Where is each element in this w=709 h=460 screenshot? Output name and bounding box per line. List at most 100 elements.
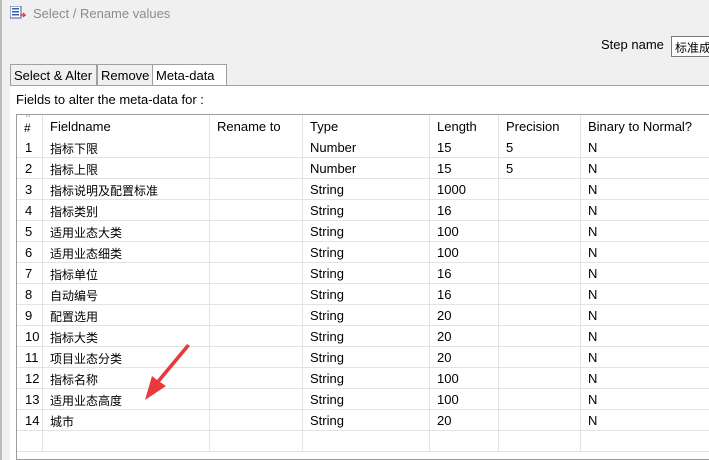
header-rename-to[interactable]: Rename to [210,115,303,137]
precision-cell[interactable] [499,431,581,452]
type-cell[interactable]: String [303,263,430,284]
binary-to-normal-cell[interactable]: N [581,410,709,431]
rename-to-cell[interactable] [210,137,303,158]
binary-to-normal-cell[interactable] [581,431,709,452]
precision-cell[interactable] [499,347,581,368]
table-row[interactable]: 14 城市 String 20 N [17,410,709,431]
fieldname-cell[interactable]: 指标单位 [43,263,210,284]
precision-cell[interactable] [499,242,581,263]
precision-cell[interactable] [499,179,581,200]
binary-to-normal-cell[interactable]: N [581,326,709,347]
step-name-input[interactable]: 标准成 [671,36,709,57]
fieldname-cell[interactable] [43,431,210,452]
precision-cell[interactable] [499,263,581,284]
table-row[interactable]: 3 指标说明及配置标准 String 1000 N [17,179,709,200]
fieldname-cell[interactable]: 适用业态大类 [43,221,210,242]
table-row[interactable] [17,431,709,452]
binary-to-normal-cell[interactable]: N [581,389,709,410]
rename-to-cell[interactable] [210,200,303,221]
fieldname-cell[interactable]: 适用业态细类 [43,242,210,263]
tab-remove[interactable]: Remove [97,64,160,85]
length-cell[interactable]: 16 [430,284,499,305]
precision-cell[interactable]: 5 [499,158,581,179]
type-cell[interactable]: String [303,389,430,410]
header-row-number[interactable]: ^ # [17,115,43,137]
type-cell[interactable]: String [303,305,430,326]
binary-to-normal-cell[interactable]: N [581,242,709,263]
binary-to-normal-cell[interactable]: N [581,284,709,305]
binary-to-normal-cell[interactable]: N [581,158,709,179]
length-cell[interactable]: 15 [430,137,499,158]
precision-cell[interactable] [499,284,581,305]
binary-to-normal-cell[interactable]: N [581,263,709,284]
fieldname-cell[interactable]: 指标大类 [43,326,210,347]
rename-to-cell[interactable] [210,389,303,410]
length-cell[interactable]: 1000 [430,179,499,200]
length-cell[interactable]: 20 [430,326,499,347]
length-cell[interactable]: 100 [430,368,499,389]
header-type[interactable]: Type [303,115,430,137]
rename-to-cell[interactable] [210,284,303,305]
rename-to-cell[interactable] [210,242,303,263]
binary-to-normal-cell[interactable]: N [581,200,709,221]
table-row[interactable]: 10 指标大类 String 20 N [17,326,709,347]
fieldname-cell[interactable]: 配置选用 [43,305,210,326]
precision-cell[interactable] [499,200,581,221]
precision-cell[interactable] [499,326,581,347]
table-row[interactable]: 1 指标下限 Number 15 5 N [17,137,709,158]
type-cell[interactable]: String [303,200,430,221]
type-cell[interactable]: String [303,179,430,200]
table-row[interactable]: 4 指标类别 String 16 N [17,200,709,221]
table-row[interactable]: 8 自动编号 String 16 N [17,284,709,305]
type-cell[interactable] [303,431,430,452]
length-cell[interactable]: 20 [430,347,499,368]
table-row[interactable]: 2 指标上限 Number 15 5 N [17,158,709,179]
rename-to-cell[interactable] [210,347,303,368]
table-row[interactable]: 6 适用业态细类 String 100 N [17,242,709,263]
rename-to-cell[interactable] [210,326,303,347]
fieldname-cell[interactable]: 指标名称 [43,368,210,389]
length-cell[interactable]: 100 [430,389,499,410]
type-cell[interactable]: String [303,221,430,242]
fieldname-cell[interactable]: 指标上限 [43,158,210,179]
precision-cell[interactable] [499,389,581,410]
precision-cell[interactable] [499,305,581,326]
precision-cell[interactable] [499,221,581,242]
fieldname-cell[interactable]: 指标类别 [43,200,210,221]
tab-meta-data[interactable]: Meta-data [152,64,227,86]
rename-to-cell[interactable] [210,305,303,326]
precision-cell[interactable] [499,368,581,389]
binary-to-normal-cell[interactable]: N [581,221,709,242]
fieldname-cell[interactable]: 适用业态高度 [43,389,210,410]
length-cell[interactable]: 15 [430,158,499,179]
rename-to-cell[interactable] [210,179,303,200]
length-cell[interactable]: 16 [430,263,499,284]
fieldname-cell[interactable]: 城市 [43,410,210,431]
header-fieldname[interactable]: Fieldname [43,115,210,137]
table-row[interactable]: 13 适用业态高度 String 100 N [17,389,709,410]
rename-to-cell[interactable] [210,368,303,389]
length-cell[interactable]: 100 [430,221,499,242]
table-row[interactable]: 5 适用业态大类 String 100 N [17,221,709,242]
length-cell[interactable]: 16 [430,200,499,221]
fieldname-cell[interactable]: 指标说明及配置标准 [43,179,210,200]
rename-to-cell[interactable] [210,158,303,179]
table-row[interactable]: 11 项目业态分类 String 20 N [17,347,709,368]
precision-cell[interactable]: 5 [499,137,581,158]
rename-to-cell[interactable] [210,431,303,452]
header-precision[interactable]: Precision [499,115,581,137]
binary-to-normal-cell[interactable]: N [581,347,709,368]
type-cell[interactable]: String [303,284,430,305]
type-cell[interactable]: String [303,326,430,347]
type-cell[interactable]: String [303,347,430,368]
rename-to-cell[interactable] [210,221,303,242]
type-cell[interactable]: String [303,242,430,263]
fieldname-cell[interactable]: 指标下限 [43,137,210,158]
type-cell[interactable]: String [303,368,430,389]
header-binary-to-normal[interactable]: Binary to Normal? [581,115,709,137]
type-cell[interactable]: Number [303,137,430,158]
fieldname-cell[interactable]: 项目业态分类 [43,347,210,368]
binary-to-normal-cell[interactable]: N [581,305,709,326]
table-row[interactable]: 12 指标名称 String 100 N [17,368,709,389]
precision-cell[interactable] [499,410,581,431]
